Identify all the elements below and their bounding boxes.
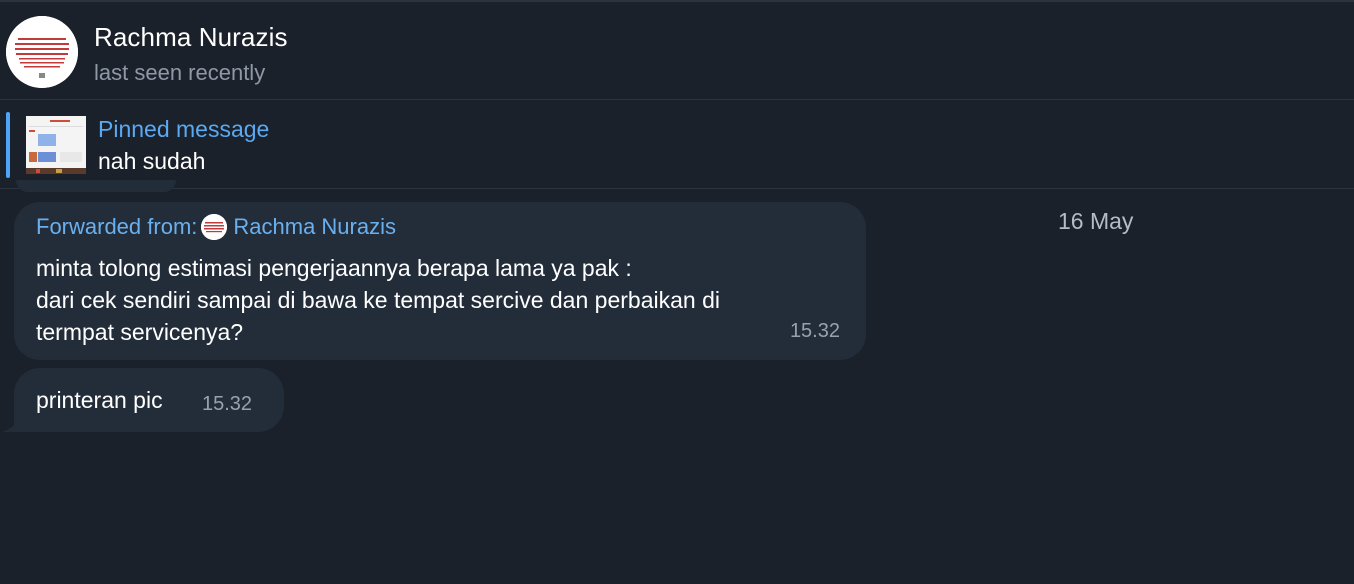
pinned-text: nah sudah	[98, 148, 206, 174]
forwarded-avatar-icon[interactable]	[201, 214, 228, 240]
profile-picture-icon	[6, 16, 78, 88]
document-thumbnail-icon	[26, 116, 86, 174]
pinned-message-bar[interactable]: Pinned message nah sudah	[0, 100, 1354, 189]
pinned-label: Pinned message	[98, 116, 270, 142]
chat-header[interactable]: Rachma Nurazis last seen recently	[0, 0, 1354, 100]
chat-window: Rachma Nurazis last seen recently Pinned…	[0, 0, 1354, 584]
contact-name[interactable]: Rachma Nurazis	[94, 22, 288, 53]
message-bubble[interactable]: Forwarded from: Rachma Nurazis minta tol…	[14, 202, 866, 360]
message-time: 15.32	[202, 393, 253, 415]
message-text: minta tolong estimasi pengerjaannya bera…	[36, 255, 720, 345]
contact-status: last seen recently	[94, 60, 266, 85]
forwarded-label: Forwarded from:	[36, 214, 198, 239]
date-label: 16 May	[1058, 208, 1134, 234]
forwarded-name[interactable]: Rachma Nurazis	[233, 214, 396, 240]
message-text: printeran pic	[36, 387, 163, 413]
pinned-thumbnail[interactable]	[26, 116, 86, 174]
previous-message-bubble	[16, 180, 176, 192]
message-time: 15.32	[789, 320, 840, 342]
pinned-accent-bar	[6, 112, 10, 178]
forwarded-header: Forwarded from: Rachma Nurazis	[36, 214, 396, 240]
avatar[interactable]	[6, 16, 78, 88]
message-bubble[interactable]: printeran pic 15.32	[14, 368, 284, 432]
